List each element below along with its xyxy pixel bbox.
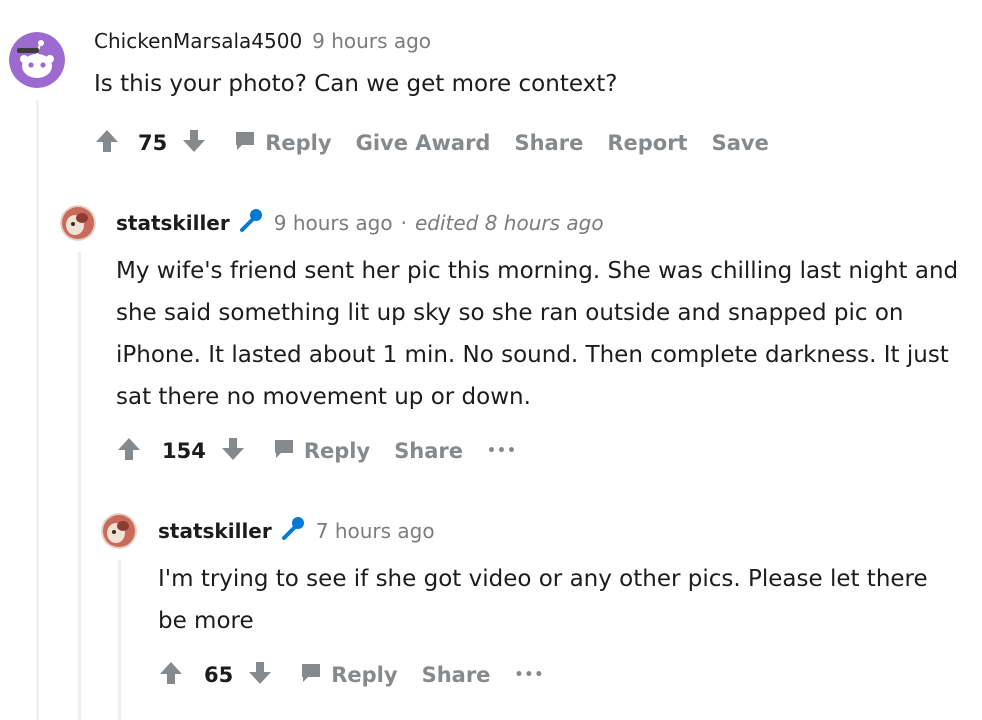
- edited-label: edited 8 hours ago: [414, 211, 604, 235]
- microphone-icon: [278, 516, 306, 547]
- reply-button[interactable]: Reply: [304, 439, 370, 463]
- comment-actions: 65 Reply Share •••: [158, 660, 544, 690]
- reply-icon: [299, 661, 323, 690]
- meta-separator: ·: [400, 211, 407, 235]
- downvote-icon[interactable]: [220, 436, 246, 467]
- comment-meta: statskiller 9 hours ago · edited 8 hours…: [116, 208, 604, 239]
- avatar[interactable]: [9, 32, 65, 88]
- share-button[interactable]: Share: [422, 663, 491, 687]
- vote-count: 154: [162, 439, 206, 463]
- reply-button[interactable]: Reply: [265, 131, 331, 155]
- comment-body: I'm trying to see if she got video or an…: [158, 566, 928, 634]
- upvote-icon[interactable]: [116, 436, 142, 467]
- upvote-icon[interactable]: [94, 128, 120, 159]
- report-button[interactable]: Report: [607, 131, 687, 155]
- save-button[interactable]: Save: [712, 131, 769, 155]
- share-button[interactable]: Share: [394, 439, 463, 463]
- timestamp[interactable]: 9 hours ago: [274, 211, 393, 235]
- comment-meta: statskiller 7 hours ago: [158, 516, 435, 547]
- comment-body: Is this your photo? Can we get more cont…: [94, 71, 618, 97]
- username[interactable]: ChickenMarsala4500: [94, 29, 302, 53]
- vote-count: 75: [138, 131, 168, 155]
- comment-actions: 154 Reply Share •••: [116, 436, 517, 466]
- reply-icon: [272, 437, 296, 466]
- thread-line[interactable]: [78, 252, 81, 720]
- reply-button[interactable]: Reply: [331, 663, 397, 687]
- username[interactable]: statskiller: [116, 211, 230, 235]
- thread-line[interactable]: [36, 100, 39, 720]
- more-options-button[interactable]: •••: [487, 443, 517, 459]
- more-options-button[interactable]: •••: [514, 667, 544, 683]
- comment-actions: 75 Reply Give Award Share Report Save: [94, 128, 769, 158]
- reply-icon: [233, 129, 257, 158]
- comment-body: My wife's friend sent her pic this morni…: [116, 258, 959, 410]
- microphone-icon: [236, 208, 264, 239]
- downvote-icon[interactable]: [181, 128, 207, 159]
- timestamp[interactable]: 9 hours ago: [312, 29, 431, 53]
- comment-meta: ChickenMarsala4500 9 hours ago: [94, 28, 431, 54]
- downvote-icon[interactable]: [247, 660, 273, 691]
- avatar[interactable]: [101, 513, 137, 549]
- username[interactable]: statskiller: [158, 519, 272, 543]
- upvote-icon[interactable]: [158, 660, 184, 691]
- share-button[interactable]: Share: [514, 131, 583, 155]
- avatar[interactable]: [60, 205, 96, 241]
- give-award-button[interactable]: Give Award: [356, 131, 491, 155]
- timestamp[interactable]: 7 hours ago: [316, 519, 435, 543]
- thread-line[interactable]: [118, 560, 121, 720]
- vote-count: 65: [204, 663, 234, 687]
